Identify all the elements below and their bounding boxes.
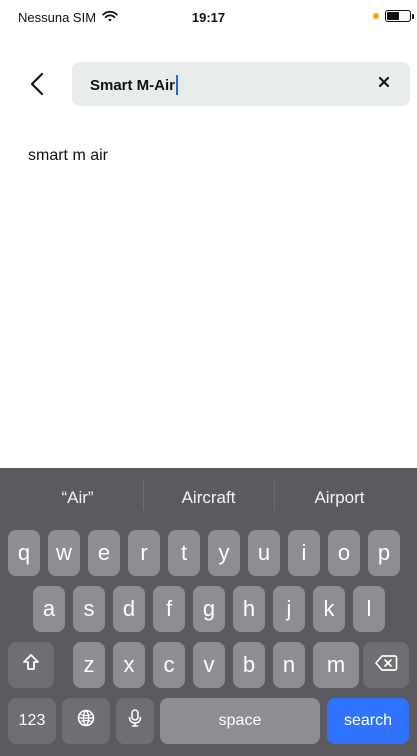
delete-icon: [374, 652, 398, 678]
chevron-left-icon: [27, 71, 49, 102]
text-caret: [176, 75, 179, 95]
battery-icon: [385, 10, 414, 22]
search-query: Smart M-Air: [90, 76, 176, 94]
search-text: Smart M-Air: [90, 75, 179, 95]
key-s[interactable]: s: [73, 586, 105, 632]
key-e[interactable]: e: [88, 530, 120, 576]
key-v[interactable]: v: [193, 642, 225, 688]
key-m[interactable]: m: [313, 642, 359, 688]
keyboard-row-4: 123 space search: [0, 698, 417, 744]
key-l[interactable]: l: [353, 586, 385, 632]
key-d[interactable]: d: [113, 586, 145, 632]
key-j[interactable]: j: [273, 586, 305, 632]
search-key[interactable]: search: [327, 698, 409, 744]
keyboard-row-3: z x c v b n m: [0, 642, 417, 688]
keyboard: “Air” Aircraft Airport q w e r t y u i o…: [0, 468, 417, 756]
key-n[interactable]: n: [273, 642, 305, 688]
key-r[interactable]: r: [128, 530, 160, 576]
back-button[interactable]: [18, 66, 58, 106]
globe-icon: [76, 708, 96, 734]
search-input[interactable]: Smart M-Air: [72, 62, 410, 106]
key-q[interactable]: q: [8, 530, 40, 576]
status-time: 19:17: [191, 10, 226, 25]
delete-key[interactable]: [363, 642, 409, 688]
key-o[interactable]: o: [328, 530, 360, 576]
right-status: [373, 10, 414, 22]
close-icon: [377, 75, 391, 94]
keyboard-row-2: a s d f g h j k l: [0, 586, 417, 632]
search-header: Smart M-Air: [0, 60, 417, 108]
shift-icon: [21, 652, 41, 678]
keyboard-row-1: q w e r t y u i o p: [0, 530, 417, 576]
key-k[interactable]: k: [313, 586, 345, 632]
key-a[interactable]: a: [33, 586, 65, 632]
clear-search-button[interactable]: [374, 74, 394, 94]
key-u[interactable]: u: [248, 530, 280, 576]
key-g[interactable]: g: [193, 586, 225, 632]
space-key[interactable]: space: [160, 698, 320, 744]
prediction-1[interactable]: “Air”: [12, 488, 143, 508]
battery-fill: [387, 12, 399, 20]
key-t[interactable]: t: [168, 530, 200, 576]
suggestion-item[interactable]: smart m air: [28, 147, 108, 165]
status-bar: Nessuna SIM 19:17: [0, 0, 417, 38]
key-f[interactable]: f: [153, 586, 185, 632]
numbers-key[interactable]: 123: [8, 698, 56, 744]
key-p[interactable]: p: [368, 530, 400, 576]
key-x[interactable]: x: [113, 642, 145, 688]
prediction-3[interactable]: Airport: [274, 480, 405, 510]
predictive-bar: “Air” Aircraft Airport: [0, 468, 417, 528]
key-h[interactable]: h: [233, 586, 265, 632]
key-i[interactable]: i: [288, 530, 320, 576]
key-z[interactable]: z: [73, 642, 105, 688]
key-y[interactable]: y: [208, 530, 240, 576]
globe-key[interactable]: [62, 698, 110, 744]
microphone-icon: [126, 708, 144, 734]
dictation-key[interactable]: [116, 698, 154, 744]
key-c[interactable]: c: [153, 642, 185, 688]
shift-key[interactable]: [8, 642, 54, 688]
prediction-2[interactable]: Aircraft: [143, 480, 274, 510]
key-w[interactable]: w: [48, 530, 80, 576]
key-b[interactable]: b: [233, 642, 265, 688]
privacy-dot-icon: [373, 13, 379, 19]
